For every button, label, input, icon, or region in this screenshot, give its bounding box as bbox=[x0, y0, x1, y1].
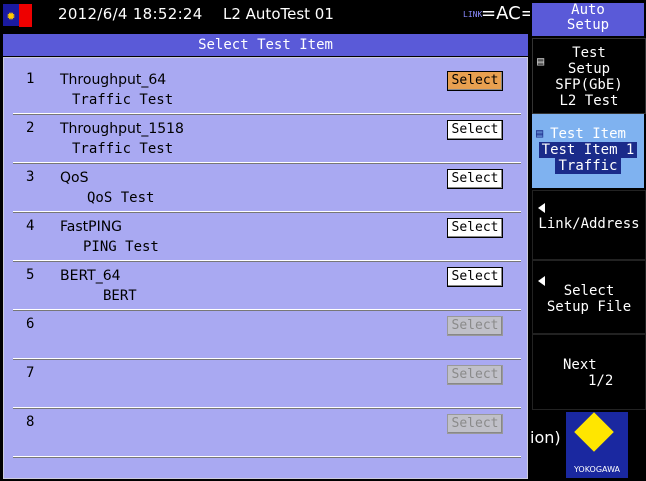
item-number: 8 bbox=[26, 414, 35, 430]
next-page-softkey[interactable]: Next 1/2 bbox=[532, 334, 646, 410]
yokogawa-logo: YOKOGAWA bbox=[566, 412, 628, 478]
softkey-value: Traffic bbox=[555, 158, 621, 174]
item-name: FastPING bbox=[60, 219, 123, 235]
softkey-label: Test Item bbox=[550, 126, 626, 142]
softkey-label: Link/Address bbox=[538, 216, 640, 232]
softkey-label: Next bbox=[563, 357, 597, 373]
datetime: 2012/6/4 18:52:24 bbox=[58, 5, 203, 23]
softkey-label: Test bbox=[572, 45, 606, 61]
item-description: Traffic Test bbox=[72, 141, 174, 157]
brand-area: ion) YOKOGAWA bbox=[530, 410, 646, 481]
list-item[interactable]: 5 BERT_64 BERT Select bbox=[13, 261, 521, 310]
recording-indicator bbox=[19, 4, 32, 27]
test-setup-softkey[interactable]: ▤ Test Setup SFP(GbE) L2 Test bbox=[532, 38, 646, 114]
item-name: Throughput_64 bbox=[60, 72, 167, 88]
select-setup-file-softkey[interactable]: Select Setup File bbox=[532, 260, 646, 334]
select-button: Select bbox=[447, 316, 503, 336]
select-button[interactable]: Select bbox=[447, 169, 503, 189]
brand-name: YOKOGAWA bbox=[573, 465, 621, 474]
softkey-label: Setup bbox=[566, 17, 610, 33]
item-number: 7 bbox=[26, 365, 35, 381]
item-description: BERT bbox=[103, 288, 137, 304]
item-description: Traffic Test bbox=[72, 92, 174, 108]
item-number: 1 bbox=[26, 71, 35, 87]
status-bar: ✹ 2012/6/4 18:52:24 L2 AutoTest 01 LINK … bbox=[0, 0, 536, 32]
select-button: Select bbox=[447, 414, 503, 434]
auto-setup-softkey[interactable]: Auto Setup bbox=[532, 3, 644, 36]
list-item: 8 Select bbox=[13, 408, 521, 457]
item-description: PING Test bbox=[83, 239, 159, 255]
softkey-label: Setup File bbox=[546, 299, 632, 315]
item-icon: ▤ bbox=[536, 126, 544, 140]
softkey-label: Setup bbox=[567, 61, 611, 77]
list-item[interactable]: 1 Throughput_64 Traffic Test Select bbox=[13, 65, 521, 114]
link-indicator: LINK bbox=[463, 10, 483, 19]
select-button[interactable]: Select bbox=[447, 120, 503, 140]
test-item-softkey[interactable]: ▤ Test Item Test Item 1 Traffic bbox=[532, 114, 644, 188]
item-name: BERT_64 bbox=[60, 268, 121, 284]
list-item: 6 Select bbox=[13, 310, 521, 359]
list-item[interactable]: 4 FastPING PING Test Select bbox=[13, 212, 521, 261]
test-item-list: 1 Throughput_64 Traffic Test Select 2 Th… bbox=[3, 57, 528, 479]
item-number: 5 bbox=[26, 267, 35, 283]
item-number: 2 bbox=[26, 120, 35, 136]
arrow-left-icon bbox=[538, 276, 545, 286]
item-number: 6 bbox=[26, 316, 35, 332]
link-address-softkey[interactable]: Link/Address bbox=[532, 190, 646, 260]
item-number: 4 bbox=[26, 218, 35, 234]
softkey-label: Select bbox=[563, 283, 615, 299]
item-name: QoS bbox=[60, 170, 89, 186]
softkey-label: SFP(GbE) bbox=[555, 77, 623, 93]
item-number: 3 bbox=[26, 169, 35, 185]
softkey-label: Auto bbox=[571, 2, 605, 18]
sun-icon: ✹ bbox=[3, 4, 19, 26]
softkey-label: L2 Test bbox=[559, 93, 619, 109]
partial-text: ion) bbox=[530, 428, 561, 447]
select-button[interactable]: Select bbox=[447, 267, 503, 287]
softkey-value: Test Item 1 bbox=[538, 142, 638, 158]
setup-icon: ▤ bbox=[537, 54, 545, 68]
list-item[interactable]: 3 QoS QoS Test Select bbox=[13, 163, 521, 212]
list-item: 7 Select bbox=[13, 359, 521, 408]
softkey-panel: Auto Setup ▤ Test Setup SFP(GbE) L2 Test… bbox=[530, 0, 646, 481]
select-button: Select bbox=[447, 365, 503, 385]
arrow-left-icon bbox=[538, 203, 545, 213]
item-name: Throughput_1518 bbox=[60, 121, 184, 137]
power-indicator: =AC= bbox=[481, 3, 536, 24]
page-indicator: 1/2 bbox=[588, 373, 614, 389]
item-description: QoS Test bbox=[87, 190, 155, 206]
select-button[interactable]: Select bbox=[447, 71, 503, 91]
page-title: Select Test Item bbox=[3, 34, 528, 56]
diamond-icon bbox=[574, 412, 614, 452]
list-item[interactable]: 2 Throughput_1518 Traffic Test Select bbox=[13, 114, 521, 163]
select-button[interactable]: Select bbox=[447, 218, 503, 238]
window-title: L2 AutoTest 01 bbox=[223, 5, 334, 23]
